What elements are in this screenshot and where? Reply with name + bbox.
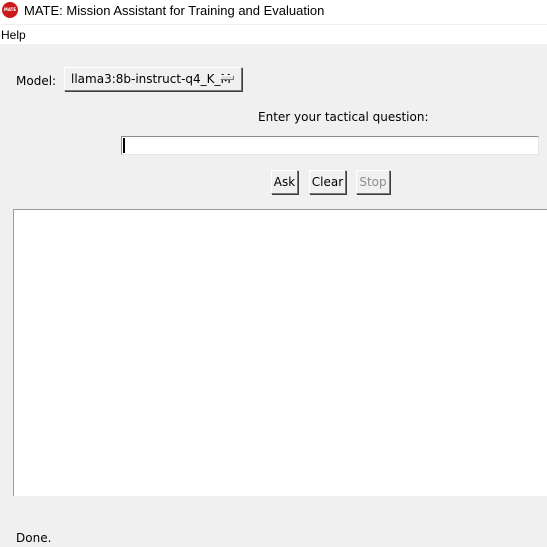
model-dropdown[interactable]: llama3:8b-instruct-q4_K_M — [64, 67, 242, 91]
clear-button[interactable]: Clear — [309, 170, 346, 194]
menu-help[interactable]: Help — [1, 27, 26, 43]
question-input[interactable] — [121, 136, 539, 155]
window-title: MATE: Mission Assistant for Training and… — [24, 3, 325, 18]
model-selected-value: llama3:8b-instruct-q4_K_M — [71, 72, 231, 86]
response-output-area[interactable] — [13, 209, 547, 496]
status-text: Done. — [16, 531, 52, 545]
text-caret — [123, 138, 125, 153]
mate-logo-icon: MATE — [2, 2, 18, 18]
dropdown-indicator-icon — [220, 75, 234, 80]
ask-button[interactable]: Ask — [271, 170, 298, 194]
stop-button[interactable]: Stop — [356, 170, 390, 194]
menu-bar: Help — [0, 25, 547, 44]
model-label: Model: — [16, 74, 57, 88]
question-label: Enter your tactical question: — [258, 110, 429, 124]
title-bar: MATE MATE: Mission Assistant for Trainin… — [0, 0, 547, 24]
